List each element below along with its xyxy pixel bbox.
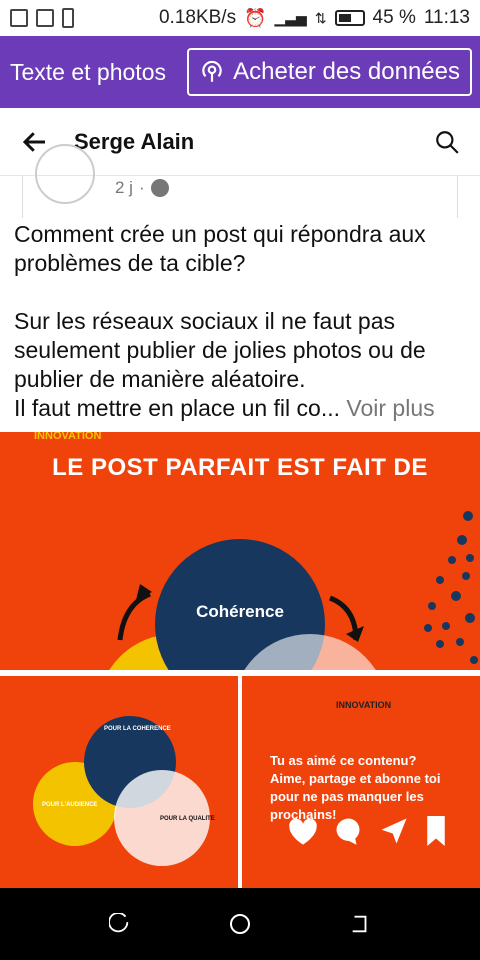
back-icon[interactable] xyxy=(349,913,371,935)
social-icons xyxy=(286,816,448,846)
label-qualite: POUR LA QUALITE xyxy=(160,816,215,822)
battery-saver-icon xyxy=(62,8,74,28)
cta-line-1: Tu as aimé ce contenu? xyxy=(270,753,417,768)
recent-apps-icon[interactable] xyxy=(108,913,131,935)
venn-diagram xyxy=(109,511,478,670)
home-icon[interactable] xyxy=(228,912,252,936)
system-nav-bar xyxy=(0,888,480,960)
data-plan-banner: Texte et photos Acheter des données xyxy=(0,36,480,108)
battery-percent: 45 % xyxy=(372,7,416,28)
decorative-dots xyxy=(424,511,478,664)
status-right: 0.18KB/s ⏰ ▁▃▅ ⇅ 45 % 11:13 xyxy=(159,7,470,29)
banner-title: Texte et photos xyxy=(10,58,166,85)
share-icon xyxy=(381,818,407,844)
innovation-logo-small: INNOVATION xyxy=(336,700,392,710)
venn-diagram-small xyxy=(33,716,210,866)
alarm-icon: ⏰ xyxy=(244,7,267,28)
post-paragraph-2: Sur les réseaux sociaux il ne faut pas s… xyxy=(14,307,466,423)
cta-text: Tu as aimé ce contenu? Aime, partage et … xyxy=(270,752,456,824)
post-paragraph-1: Comment crée un post qui répondra aux pr… xyxy=(14,221,426,276)
post-meta: 2 j · xyxy=(22,144,458,218)
see-more-link[interactable]: Voir plus xyxy=(346,395,434,421)
signal-icon: ▁▃▅ xyxy=(274,9,307,26)
clock: 11:13 xyxy=(423,7,470,28)
globe-icon xyxy=(150,179,169,197)
comment-icon xyxy=(336,818,360,845)
label-audience: POUR L'AUDIENCE xyxy=(42,802,98,808)
status-bar: 0.18KB/s ⏰ ▁▃▅ ⇅ 45 % 11:13 xyxy=(0,0,480,36)
avatar[interactable] xyxy=(35,144,95,204)
post-image-bottom-right[interactable]: INNOVATION Tu as aimé ce contenu? Aime, … xyxy=(242,676,480,888)
bookmark-icon xyxy=(427,816,445,846)
label-coherence: POUR LA COHERENCE xyxy=(104,726,171,732)
post-paragraph-2-line2: Il faut mettre en place un fil co... xyxy=(14,395,340,421)
post-age: 2 j xyxy=(115,178,133,197)
image-notification-icon xyxy=(10,9,28,27)
heart-icon xyxy=(289,818,317,845)
page-title: Serge Alain xyxy=(74,128,195,154)
podcast-icon xyxy=(202,60,222,82)
buy-data-button[interactable]: Acheter des données xyxy=(187,48,472,96)
meta-separator: · xyxy=(138,178,145,197)
post-text: Comment crée un post qui répondra aux pr… xyxy=(14,220,466,423)
circle-label: Cohérence xyxy=(196,602,284,621)
network-speed: 0.18KB/s xyxy=(158,7,237,28)
post-image-bottom-left[interactable]: POUR LA COHERENCE POUR L'AUDIENCE POUR L… xyxy=(0,676,238,888)
battery-icon xyxy=(334,10,365,26)
post-paragraph-2-line1: Sur les réseaux sociaux il ne faut pas s… xyxy=(14,308,426,392)
search-icon[interactable] xyxy=(434,129,460,155)
post-time: 2 j · xyxy=(115,178,169,198)
status-left-icons xyxy=(10,8,74,28)
buy-data-label: Acheter des données xyxy=(233,58,460,85)
data-icon: ⇅ xyxy=(314,9,327,26)
gallery-notification-icon xyxy=(36,9,54,27)
post-image-main[interactable]: INNOVATION LE POST PARFAIT EST FAIT DE C… xyxy=(0,432,480,670)
